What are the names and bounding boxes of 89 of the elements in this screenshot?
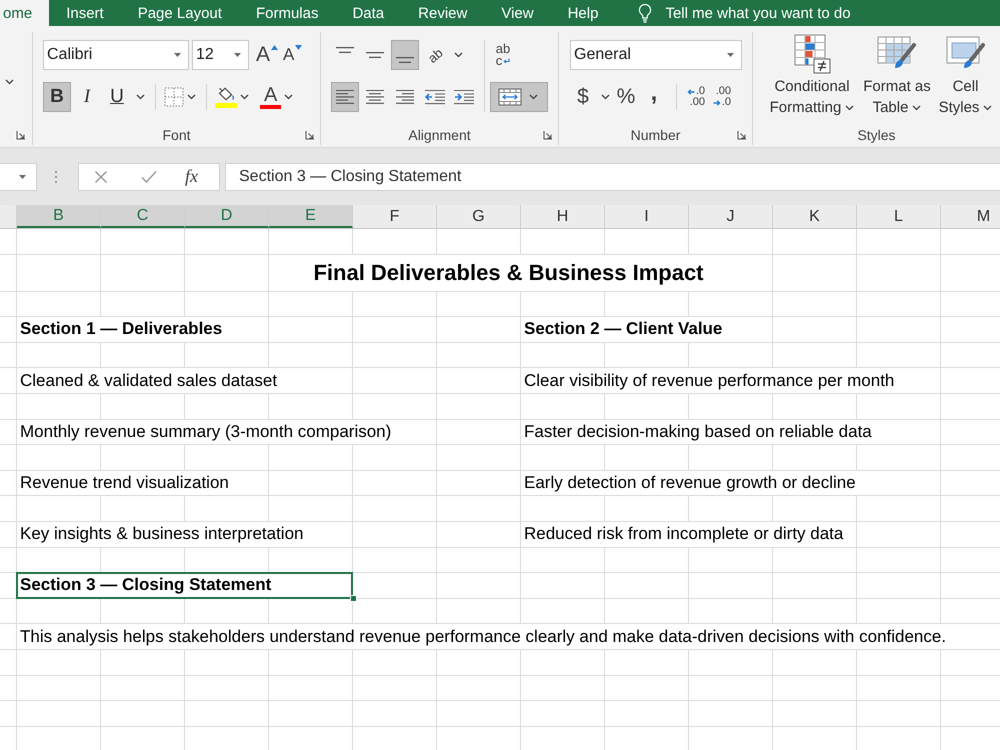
ribbon-tab[interactable]: Formulas (238, 0, 336, 26)
return-arrow-icon (503, 58, 510, 64)
conditional-formatting-button[interactable]: Conditional Formatting (765, 34, 859, 125)
fill-handle[interactable] (350, 594, 357, 602)
dropdown-arrow-icon[interactable] (174, 53, 181, 57)
ribbon-tab[interactable]: ome (0, 0, 50, 26)
align-right-icon (395, 89, 415, 105)
column-header[interactable]: I (605, 205, 689, 228)
triangle-icon (271, 45, 278, 50)
currency-button[interactable]: $ (570, 82, 596, 112)
check-icon[interactable] (141, 170, 157, 184)
column-header[interactable]: F (353, 205, 437, 228)
caret-icon[interactable] (912, 104, 922, 110)
percent-button[interactable]: % (613, 82, 639, 112)
group-label: Styles (857, 127, 896, 143)
dropdown-arrow-icon[interactable] (727, 53, 734, 57)
font-color-button[interactable]: A (260, 85, 282, 109)
ribbon-tab[interactable]: View (484, 0, 551, 26)
caret-icon[interactable] (529, 94, 538, 100)
number-format-combobox[interactable]: General (570, 40, 742, 70)
paint-bucket-icon[interactable] (215, 86, 237, 108)
triangle-icon (295, 45, 302, 50)
bold-button[interactable]: B (43, 82, 71, 112)
column-header[interactable]: H (521, 205, 605, 228)
comma-style-button[interactable]: , (641, 82, 667, 112)
increase-indent-icon[interactable] (453, 89, 475, 105)
underline-button[interactable]: U (103, 82, 131, 112)
decrease-indent-icon[interactable] (424, 89, 446, 105)
align-center-icon (365, 89, 385, 105)
ribbon-tab[interactable]: Insert (49, 0, 121, 26)
column-header[interactable]: C (101, 205, 185, 228)
increase-decimal-button[interactable]: .0 .00 (684, 82, 708, 112)
ribbon-tab[interactable]: Review (401, 0, 484, 26)
column-header[interactable]: E (269, 205, 353, 228)
lightbulb-icon[interactable] (637, 3, 654, 23)
grow-font-button[interactable]: A (256, 42, 278, 68)
caret-icon[interactable] (240, 94, 249, 100)
caret-icon[interactable] (136, 94, 145, 100)
merge-center-button[interactable] (490, 82, 548, 112)
insert-function-button[interactable]: fx (185, 166, 198, 187)
caret-icon[interactable] (284, 94, 294, 100)
font-size-combobox[interactable]: 12 (192, 40, 249, 70)
dropdown-arrow-icon[interactable] (19, 174, 26, 178)
cancel-icon[interactable] (94, 170, 108, 184)
dialog-launcher-icon[interactable] (16, 130, 26, 140)
column-header[interactable]: M (941, 205, 1000, 228)
caret-icon[interactable] (601, 94, 610, 100)
group-label: Font (162, 127, 190, 143)
shrink-font-button[interactable]: A (283, 42, 302, 68)
merge-icon (498, 88, 522, 106)
wrap-text-button[interactable]: ab c (490, 40, 516, 70)
middle-align-icon (366, 52, 384, 58)
ribbon-tab[interactable]: Data (335, 0, 402, 26)
decrease-decimal-button[interactable]: .00 .0 (710, 82, 734, 112)
column-header[interactable]: L (857, 205, 941, 228)
tell-me-search[interactable]: Tell me what you want to do (665, 0, 851, 26)
align-left-button[interactable] (331, 82, 359, 112)
dialog-launcher-icon[interactable] (543, 130, 553, 140)
section-heading: Section 3 — Closing Statement (16, 572, 353, 599)
top-align-icon (336, 47, 354, 53)
column-header[interactable]: K (773, 205, 857, 228)
cell-styles-button[interactable]: Cell Styles (935, 34, 996, 125)
arrow-icon (686, 88, 695, 94)
align-left-icon (335, 89, 355, 105)
column-header[interactable]: D (185, 205, 269, 228)
formula-field[interactable]: Section 3 — Closing Statement (225, 162, 1000, 190)
column-header[interactable]: J (689, 205, 773, 228)
caret-icon[interactable] (983, 104, 992, 110)
caret-icon[interactable] (845, 104, 854, 110)
caret-icon[interactable] (454, 52, 463, 58)
caret-icon[interactable] (5, 79, 14, 85)
conditional-formatting-icon (792, 34, 832, 74)
dialog-launcher-icon[interactable] (305, 130, 315, 140)
bottom-align-icon (396, 57, 414, 63)
format-as-table-button[interactable]: Format as Table (859, 34, 935, 125)
caret-icon[interactable] (187, 94, 196, 100)
group-label: Alignment (408, 127, 471, 143)
orientation-button[interactable]: ab (421, 40, 449, 70)
ribbon-tab[interactable]: Help (550, 0, 616, 26)
column-header[interactable]: B (17, 205, 101, 228)
font-name-combobox[interactable]: Calibri (43, 40, 189, 70)
bottom-align-button[interactable] (391, 40, 419, 70)
group-label: Number (630, 127, 680, 143)
dropdown-arrow-icon[interactable] (234, 53, 241, 57)
ribbon-tab[interactable]: Page Layout (120, 0, 239, 26)
dialog-launcher-icon[interactable] (737, 130, 747, 140)
column-header[interactable]: G (437, 205, 521, 228)
italic-button[interactable]: I (73, 82, 101, 112)
arrow-icon (712, 100, 721, 106)
